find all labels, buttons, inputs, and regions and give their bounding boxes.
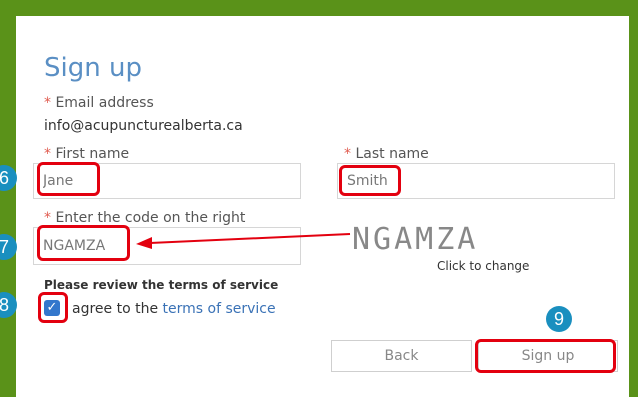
last-name-input[interactable] xyxy=(337,163,615,199)
sign-up-button[interactable]: Sign up xyxy=(478,340,618,372)
terms-link[interactable]: terms of service xyxy=(163,301,276,317)
required-marker: * xyxy=(44,146,51,162)
window-frame-right xyxy=(629,0,638,397)
terms-agree-text: agree to the terms of service xyxy=(72,300,276,318)
step-9-badge: 9 xyxy=(546,306,572,332)
first-name-input[interactable] xyxy=(33,163,301,199)
window-frame-left xyxy=(0,0,16,397)
checkmark-icon: ✓ xyxy=(46,300,58,315)
email-label: * Email address xyxy=(44,94,154,112)
captcha-hint[interactable]: Click to change xyxy=(437,259,529,273)
required-marker: * xyxy=(344,146,351,162)
captcha-image[interactable]: NGAMZA xyxy=(352,222,478,258)
agree-prefix: agree to the xyxy=(72,301,159,317)
email-label-text: Email address xyxy=(55,95,154,111)
email-value: info@acupuncturealberta.ca xyxy=(44,118,243,134)
terms-heading: Please review the terms of service xyxy=(44,278,279,292)
required-marker: * xyxy=(44,95,51,111)
back-button[interactable]: Back xyxy=(331,340,472,372)
code-label-text: Enter the code on the right xyxy=(55,210,246,226)
code-label: * Enter the code on the right xyxy=(44,209,245,227)
arrow-icon xyxy=(136,233,351,249)
last-name-label-text: Last name xyxy=(355,146,429,162)
window-frame-top xyxy=(0,0,638,16)
last-name-label: * Last name xyxy=(344,145,429,163)
required-marker: * xyxy=(44,210,51,226)
first-name-label-text: First name xyxy=(55,146,130,162)
terms-checkbox[interactable]: ✓ xyxy=(44,300,60,316)
first-name-label: * First name xyxy=(44,145,129,163)
page-title: Sign up xyxy=(44,53,142,83)
